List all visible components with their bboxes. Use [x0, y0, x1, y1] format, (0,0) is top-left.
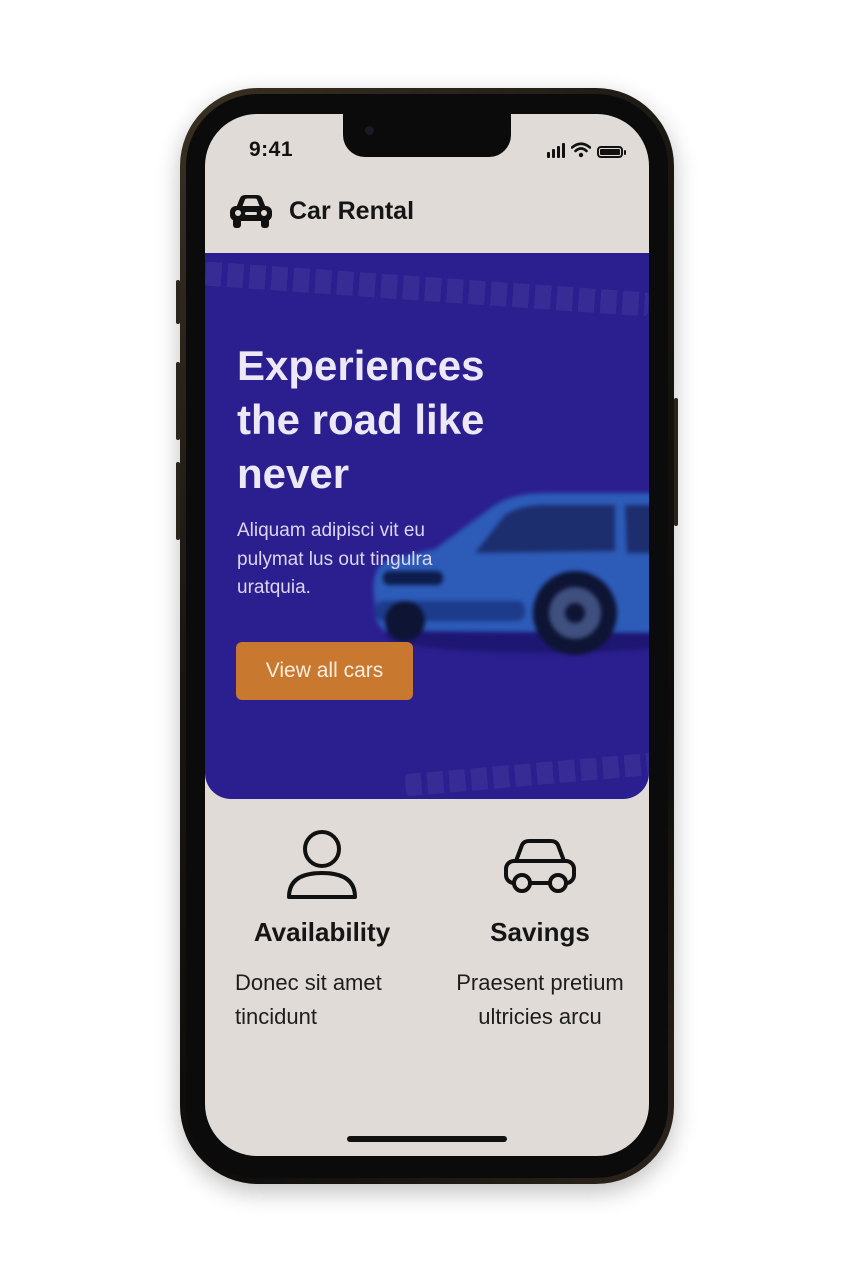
car-front-icon	[230, 195, 272, 228]
front-camera	[365, 126, 374, 135]
view-all-cars-button[interactable]: View all cars	[236, 642, 413, 700]
home-indicator[interactable]	[347, 1136, 507, 1142]
decorative-road-band	[205, 261, 649, 317]
status-time: 9:41	[249, 138, 294, 161]
notch	[343, 114, 511, 157]
user-icon	[287, 830, 357, 899]
feature-title: Savings	[490, 917, 590, 947]
car-icon	[504, 839, 576, 893]
feature-title: Availability	[253, 917, 391, 947]
hero-description: Aliquam adipisci vit eu pulymat lus out …	[237, 520, 433, 598]
battery-icon	[597, 146, 626, 158]
side-button-volume-down	[176, 462, 180, 540]
status-icons	[547, 140, 626, 158]
side-button-volume-up	[176, 362, 180, 440]
hero-banner: Experiences the road like never Aliquam …	[205, 253, 649, 799]
hero-title: Experiences the road like never	[237, 342, 485, 497]
feature-description: Donec sit amet tincidunt	[235, 970, 382, 1029]
feature-description: Praesent pretium ultricies arcu	[456, 970, 624, 1029]
decorative-road-band	[404, 751, 649, 797]
app-title: Car Rental	[289, 196, 415, 225]
side-button-power	[674, 398, 678, 526]
side-button-silent	[176, 280, 180, 324]
app-header: Car Rental	[227, 192, 414, 230]
wifi-icon	[571, 142, 591, 158]
phone-screen: 9:41 Car Rental Experiences the road lik…	[205, 114, 649, 1156]
feature-availability: Availability Donec sit amet tincidunt	[217, 827, 427, 1034]
signal-icon	[547, 142, 565, 158]
feature-savings: Savings Praesent pretium ultricies arcu	[435, 827, 645, 1034]
